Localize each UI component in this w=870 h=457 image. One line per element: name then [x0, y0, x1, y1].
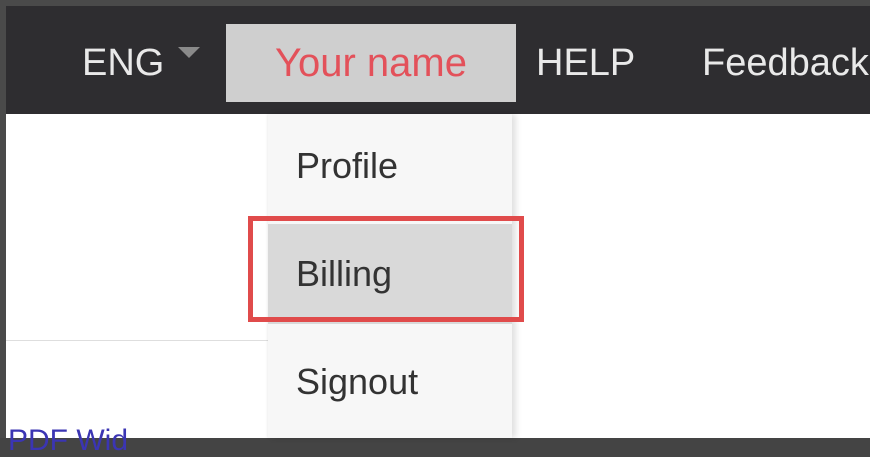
- help-label: HELP: [536, 42, 636, 84]
- menu-item-signout[interactable]: Signout: [268, 332, 512, 432]
- user-menu-button[interactable]: Your name: [226, 24, 516, 102]
- pdf-widget-link[interactable]: PDF Wid: [8, 426, 128, 456]
- language-label: ENG: [82, 42, 165, 84]
- screenshot-frame: ENG Your name HELP Feedback PDF Wid Prof…: [0, 0, 870, 456]
- menu-item-billing[interactable]: Billing: [268, 224, 512, 324]
- content-divider: [6, 340, 272, 341]
- menu-item-profile[interactable]: Profile: [268, 116, 512, 216]
- chevron-down-icon: [178, 47, 201, 59]
- language-selector[interactable]: ENG: [76, 24, 201, 102]
- user-menu-label: Your name: [275, 41, 467, 85]
- feedback-label: Feedback: [702, 42, 869, 84]
- user-dropdown-menu: Profile Billing Signout: [268, 114, 512, 438]
- help-link[interactable]: HELP: [536, 24, 635, 102]
- feedback-link[interactable]: Feedback: [702, 24, 869, 102]
